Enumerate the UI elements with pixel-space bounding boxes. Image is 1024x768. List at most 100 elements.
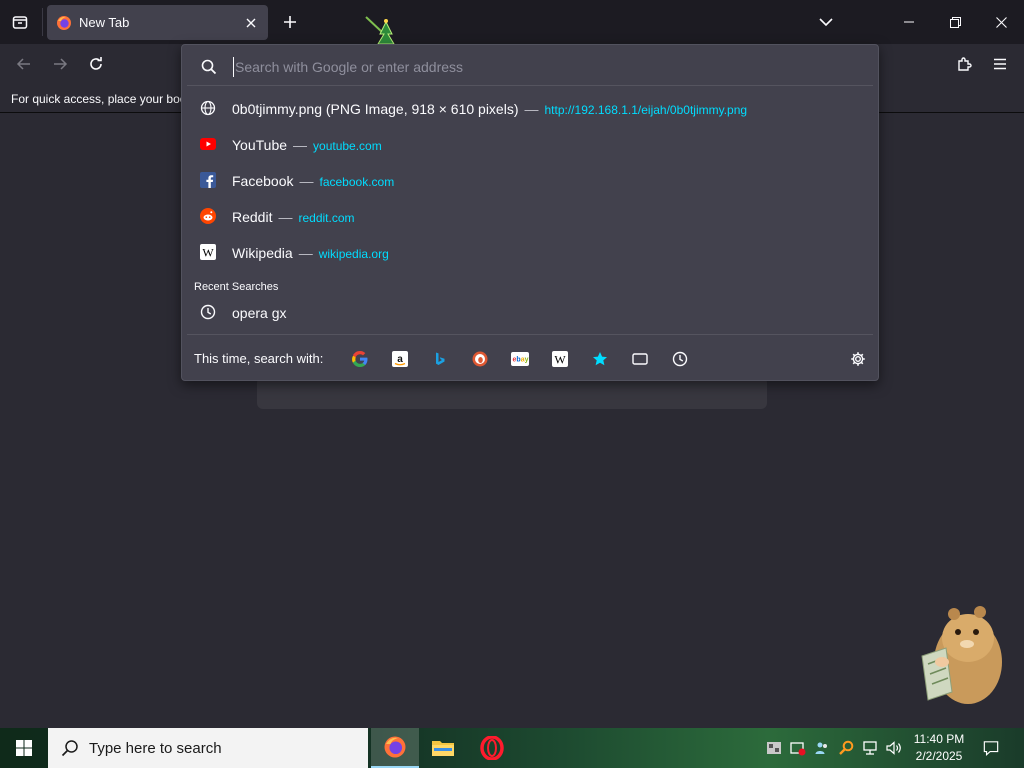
facebook-icon: [200, 172, 216, 188]
reload-icon: [90, 57, 102, 70]
svg-text:ebay: ebay: [513, 357, 529, 364]
result-separator: —: [299, 173, 314, 189]
urlbar-result-recent-search[interactable]: opera gx: [188, 295, 872, 329]
svg-text:W: W: [554, 353, 566, 367]
url-input[interactable]: [233, 57, 853, 77]
tab-close-button[interactable]: [239, 11, 263, 35]
clock-time: 11:40 PM: [913, 732, 965, 746]
start-button[interactable]: [0, 728, 48, 768]
tab-title: New Tab: [79, 15, 130, 30]
svg-text:a: a: [397, 354, 403, 365]
taskbar-firefox[interactable]: [371, 728, 419, 768]
title-bar: New Tab: [0, 0, 1024, 45]
result-url: youtube.com: [313, 139, 382, 153]
list-all-tabs-button[interactable]: [814, 10, 838, 34]
result-separator: —: [293, 137, 308, 153]
new-tab-search-box[interactable]: [257, 377, 767, 409]
taskbar-file-explorer[interactable]: [419, 728, 467, 768]
taskbar-opera[interactable]: [468, 728, 516, 768]
restore-button[interactable]: [932, 0, 978, 44]
app-menu-button[interactable]: [988, 52, 1012, 76]
tab-divider: [42, 8, 43, 36]
tabs-icon[interactable]: [628, 347, 652, 371]
bookmarks-empty-message: For quick access, place your bookmarks h…: [11, 92, 186, 106]
urlbar-result-youtube[interactable]: YouTube — youtube.com: [188, 127, 872, 161]
result-url: facebook.com: [319, 175, 395, 189]
youtube-icon: [200, 136, 216, 152]
duckduckgo-icon[interactable]: [468, 347, 492, 371]
taskbar-search-box[interactable]: Type here to search: [48, 728, 368, 768]
reload-button[interactable]: [84, 52, 108, 76]
urlbar-result-facebook[interactable]: Facebook — facebook.com: [188, 163, 872, 197]
search-icon: [201, 59, 217, 75]
ebay-icon[interactable]: ebay: [508, 347, 532, 371]
tab-new-tab[interactable]: New Tab: [47, 5, 268, 40]
one-off-label: This time, search with:: [194, 351, 324, 366]
christmas-tree-decoration: [365, 16, 395, 45]
taskbar-clock[interactable]: 11:40 PM 2/2/2025: [908, 731, 970, 765]
result-title: YouTube: [232, 137, 288, 153]
result-url: http://192.168.1.1/eijah/0b0tjimmy.png: [544, 103, 748, 117]
forward-button[interactable]: [48, 52, 72, 76]
amazon-icon[interactable]: a: [388, 347, 412, 371]
result-url: wikipedia.org: [318, 247, 389, 261]
close-icon: [246, 18, 256, 27]
result-title: Reddit: [232, 209, 273, 225]
urlbar-result-reddit[interactable]: Reddit — reddit.com: [188, 199, 872, 233]
new-tab-button[interactable]: [278, 10, 302, 34]
close-icon: [995, 16, 1007, 28]
bookmarks-star-icon[interactable]: [588, 347, 612, 371]
result-title: Wikipedia: [232, 245, 293, 261]
result-text: Reddit — reddit.com: [232, 209, 355, 225]
tray-app-icon[interactable]: [766, 740, 782, 756]
wikipedia-icon[interactable]: W: [548, 347, 572, 371]
result-text: Facebook — facebook.com: [232, 173, 394, 189]
recent-search-text: opera gx: [232, 305, 287, 321]
notification-center-icon[interactable]: [983, 740, 999, 756]
urlbar: [187, 48, 873, 84]
one-off-separator: [187, 334, 873, 335]
reddit-icon: [200, 208, 216, 224]
tray-people-icon[interactable]: [814, 740, 830, 756]
history-icon[interactable]: [668, 347, 692, 371]
search-icon: [61, 740, 78, 757]
volume-icon[interactable]: [886, 740, 902, 756]
wikipedia-icon: W: [200, 244, 216, 260]
urlbar-separator: [187, 85, 873, 86]
result-text: Wikipedia — wikipedia.org: [232, 245, 389, 261]
one-off-search-bar: This time, search with: a ebay W: [188, 343, 872, 375]
network-icon[interactable]: [862, 740, 878, 756]
recent-searches-heading: Recent Searches: [194, 281, 279, 293]
firefox-view-icon: [12, 16, 28, 29]
bing-icon[interactable]: [428, 347, 452, 371]
back-button[interactable]: [12, 52, 36, 76]
arrow-right-icon: [54, 58, 68, 70]
firefox-view-button[interactable]: [8, 10, 32, 34]
google-icon[interactable]: [348, 347, 372, 371]
settings-gear-icon[interactable]: [846, 347, 870, 371]
result-text: 0b0tjimmy.png (PNG Image, 918 × 610 pixe…: [232, 101, 747, 117]
result-separator: —: [278, 209, 293, 225]
minimize-button[interactable]: [886, 0, 932, 44]
chevron-down-icon: [819, 18, 833, 27]
clock-date: 2/2/2025: [915, 749, 963, 763]
close-window-button[interactable]: [978, 0, 1024, 44]
taskbar: Type here to search 11:40 PM 2/2/2025: [0, 728, 1024, 768]
tray-security-icon[interactable]: [790, 740, 806, 756]
urlbar-result-history[interactable]: 0b0tjimmy.png (PNG Image, 918 × 610 pixe…: [188, 91, 872, 125]
urlbar-result-wikipedia[interactable]: W Wikipedia — wikipedia.org: [188, 235, 872, 269]
plus-icon: [284, 16, 296, 28]
windows-logo-icon: [16, 740, 32, 756]
hamster-desktop-pet: [921, 606, 1002, 704]
folder-icon: [432, 741, 454, 756]
firefox-icon: [57, 15, 71, 30]
tray-search-tool-icon[interactable]: [838, 740, 854, 756]
minimize-icon: [904, 21, 914, 23]
hamburger-menu-icon: [994, 58, 1006, 70]
result-title: Facebook: [232, 173, 294, 189]
extensions-button[interactable]: [952, 52, 976, 76]
opera-icon: [480, 736, 504, 760]
result-text: YouTube — youtube.com: [232, 137, 382, 153]
urlbar-dropdown: 0b0tjimmy.png (PNG Image, 918 × 610 pixe…: [181, 44, 879, 381]
puzzle-icon: [958, 57, 972, 71]
